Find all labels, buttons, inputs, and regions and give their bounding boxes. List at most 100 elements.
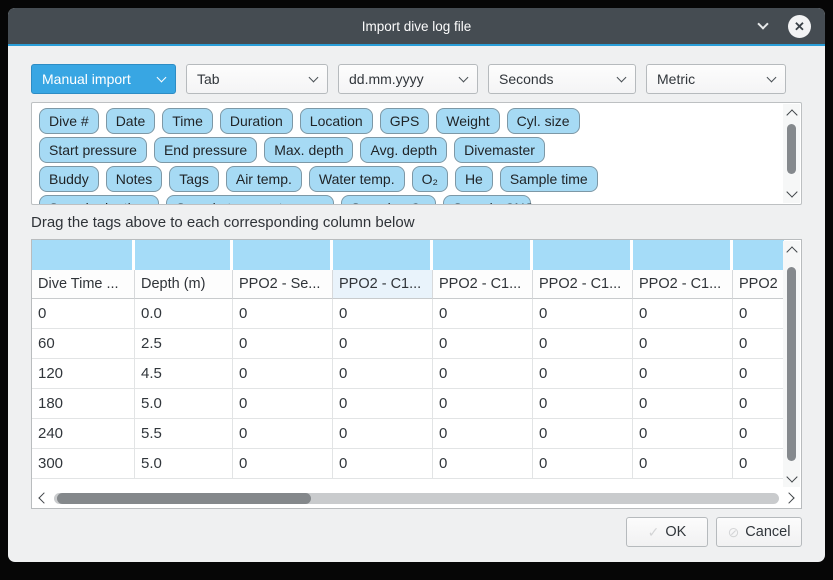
chevron-down-icon [157,73,167,83]
table-vertical-scrollbar[interactable] [783,241,800,487]
field-tag-he[interactable]: He [455,166,493,192]
field-tag-divemaster[interactable]: Divemaster [454,137,545,163]
table-cell: 0 [233,419,333,449]
chevron-down-icon [767,73,777,83]
table-cell: 0 [433,449,533,479]
table-cell: 0 [433,389,533,419]
field-tag-date[interactable]: Date [106,108,156,134]
scroll-track[interactable] [54,493,779,504]
close-icon: ✕ [794,20,805,33]
field-tag-duration[interactable]: Duration [220,108,293,134]
drop-target-cell[interactable] [135,240,233,270]
table-cell: 300 [32,449,135,479]
table-cell: 4.5 [135,359,233,389]
drop-target-cell[interactable] [633,240,733,270]
table-cell: 0 [533,359,633,389]
field-tag-sample-temperature[interactable]: Sample temperature [166,195,334,205]
drop-target-cell[interactable] [533,240,633,270]
table-cell: 0 [533,449,633,479]
tags-vertical-scrollbar[interactable] [783,104,800,203]
drop-target-cell[interactable] [233,240,333,270]
field-tag-sample-depth[interactable]: Sample depth [39,195,159,205]
import-dialog-window: Import dive log file ✕ Manual import Tab… [8,8,825,562]
field-tag-start-pressure[interactable]: Start pressure [39,137,147,163]
field-tag-tags[interactable]: Tags [169,166,219,192]
cancel-button[interactable]: ⊘ Cancel [716,517,802,547]
field-tag-sample-po2[interactable]: Sample pO₂ [341,195,436,205]
chevron-down-icon [309,73,319,83]
field-tag-dive-number[interactable]: Dive # [39,108,99,134]
window-close-button[interactable]: ✕ [788,15,811,38]
import-type-select[interactable]: Manual import [31,64,176,94]
scroll-down-icon[interactable] [786,471,797,482]
import-options-row: Manual import Tab dd.mm.yyyy Seconds Met… [31,64,802,94]
field-separator-value: Tab [197,71,220,87]
instruction-text: Drag the tags above to each correspondin… [31,214,802,231]
scroll-thumb[interactable] [787,267,796,461]
table-cell: 0 [433,419,533,449]
field-tag-buddy[interactable]: Buddy [39,166,99,192]
scroll-right-icon[interactable] [783,492,794,503]
scroll-up-icon[interactable] [786,246,797,257]
table-cell: 0 [233,449,333,479]
table-row: 240 5.5 0 0 0 0 0 0 [32,419,784,449]
field-tag-max-depth[interactable]: Max. depth [264,137,353,163]
table-cell: 0 [733,449,784,479]
table-cell: 0 [533,329,633,359]
table-row: 300 5.0 0 0 0 0 0 0 [32,449,784,479]
field-tag-gps[interactable]: GPS [380,108,430,134]
field-tag-end-pressure[interactable]: End pressure [154,137,257,163]
field-tag-notes[interactable]: Notes [106,166,163,192]
table-cell: 0 [333,359,433,389]
column-header: PPO2 - C1... [633,270,733,299]
window-shade-button[interactable] [754,17,772,35]
table-cell: 120 [32,359,135,389]
time-format-select[interactable]: Seconds [488,64,636,94]
time-format-value: Seconds [499,71,553,87]
table-cell: 180 [32,389,135,419]
import-type-value: Manual import [42,71,131,87]
field-tag-sample-time[interactable]: Sample time [500,166,598,192]
field-tag-location[interactable]: Location [300,108,373,134]
units-select[interactable]: Metric [646,64,786,94]
table-cell: 0 [533,389,633,419]
scroll-up-icon[interactable] [786,109,797,120]
table-cell: 0 [333,419,433,449]
cancel-icon: ⊘ [728,524,740,541]
field-tag-sample-cns[interactable]: Sample CNS [443,195,531,205]
field-tag-air-temp[interactable]: Air temp. [226,166,302,192]
table-cell: 0 [733,329,784,359]
drop-target-cell[interactable] [333,240,433,270]
field-tag-o2[interactable]: O₂ [412,166,448,192]
column-header: PPO2 - Se... [233,270,333,299]
drop-target-cell[interactable] [32,240,135,270]
field-tag-water-temp[interactable]: Water temp. [309,166,405,192]
table-cell: 0 [333,449,433,479]
date-format-select[interactable]: dd.mm.yyyy [338,64,478,94]
chevron-down-icon [617,73,627,83]
table-row: 0 0.0 0 0 0 0 0 0 [32,299,784,329]
scroll-thumb[interactable] [57,493,311,504]
field-tag-time[interactable]: Time [162,108,213,134]
drop-target-cell[interactable] [733,240,784,270]
table-cell: 0 [233,299,333,329]
scroll-left-icon[interactable] [38,492,49,503]
table-cell: 0 [633,359,733,389]
table-horizontal-scrollbar[interactable] [32,488,801,508]
drop-target-cell[interactable] [433,240,533,270]
scroll-thumb[interactable] [787,124,796,174]
field-tag-weight[interactable]: Weight [436,108,499,134]
ok-button[interactable]: ✓ OK [626,517,708,547]
scroll-down-icon[interactable] [786,186,797,197]
table-cell: 0.0 [135,299,233,329]
titlebar: Import dive log file ✕ [8,8,825,46]
table-cell: 0 [733,299,784,329]
table-cell: 2.5 [135,329,233,359]
table-cell: 0 [333,329,433,359]
field-tag-avg-depth[interactable]: Avg. depth [360,137,447,163]
field-tag-cyl-size[interactable]: Cyl. size [507,108,580,134]
table-cell: 0 [433,329,533,359]
field-separator-select[interactable]: Tab [186,64,328,94]
preview-table: Dive Time ... Depth (m) PPO2 - Se... PPO… [31,239,802,509]
column-header: PPO2 - C1... [333,270,433,299]
